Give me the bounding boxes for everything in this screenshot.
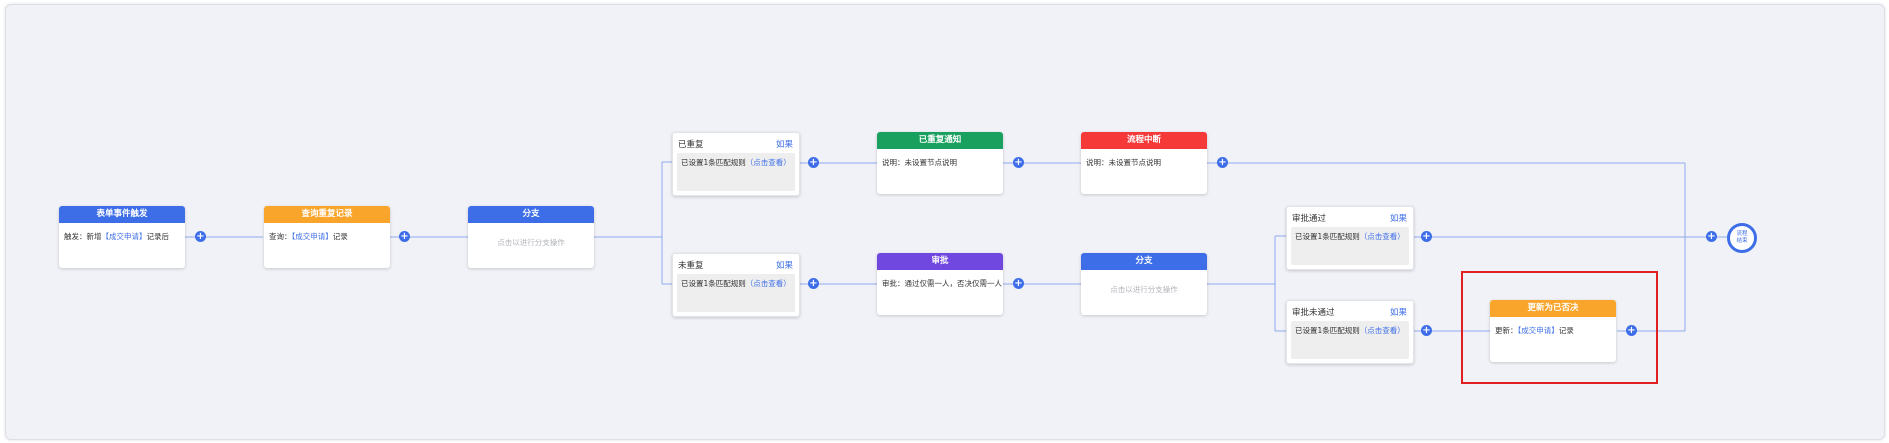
add-node-button[interactable]: +: [399, 231, 410, 242]
condition-if-link[interactable]: 如果: [776, 138, 793, 150]
branch-hint: 点击以进行分支操作: [1110, 285, 1178, 294]
add-node-button[interactable]: +: [1013, 157, 1024, 168]
condition-title: 审批未通过: [1292, 308, 1335, 318]
abort-node-title: 流程中断: [1081, 132, 1207, 149]
condition-if-link[interactable]: 如果: [776, 259, 793, 271]
approve-node[interactable]: 审批 审批：通过仅需一人，否决仅需一人: [877, 253, 1003, 315]
view-rule-link[interactable]: （点击查看）: [746, 279, 791, 288]
add-node-button[interactable]: +: [195, 231, 206, 242]
query-node-body: 查询：【成交申请】记录: [269, 232, 348, 241]
condition-body: 已设置1条匹配规则（点击查看）: [1291, 227, 1409, 265]
condition-title: 审批通过: [1292, 214, 1327, 224]
notify-node-title: 已重复通知: [877, 132, 1003, 149]
branch-node[interactable]: 分支 点击以进行分支操作: [1081, 253, 1207, 315]
add-node-button[interactable]: +: [808, 157, 819, 168]
approve-node-body: 审批：通过仅需一人，否决仅需一人: [882, 279, 1002, 288]
condition-not-duplicated[interactable]: 未重复 如果 已设置1条匹配规则（点击查看）: [672, 253, 800, 317]
view-rule-link[interactable]: （点击查看）: [746, 158, 791, 167]
add-node-button[interactable]: +: [808, 278, 819, 289]
condition-rejected[interactable]: 审批未通过 如果 已设置1条匹配规则（点击查看）: [1286, 300, 1414, 364]
condition-title: 已重复: [678, 140, 704, 150]
add-node-button[interactable]: +: [1626, 325, 1637, 336]
update-node-title: 更新为已否决: [1490, 300, 1616, 317]
view-rule-link[interactable]: （点击查看）: [1360, 326, 1405, 335]
view-rule-link[interactable]: （点击查看）: [1360, 232, 1405, 241]
condition-if-link[interactable]: 如果: [1390, 212, 1407, 224]
update-node-body: 更新：【成交申请】记录: [1495, 326, 1574, 335]
add-node-button[interactable]: +: [1421, 231, 1432, 242]
approve-node-title: 审批: [877, 253, 1003, 270]
form-link[interactable]: 【成交申请】: [1518, 326, 1559, 335]
trigger-node[interactable]: 表单事件触发 触发：新增【成交申请】记录后: [59, 206, 185, 268]
form-link[interactable]: 【成交申请】: [292, 232, 333, 241]
form-link[interactable]: 【成交申请】: [102, 232, 147, 241]
condition-body: 已设置1条匹配规则（点击查看）: [677, 153, 795, 191]
abort-node-body: 说明：未设置节点说明: [1086, 158, 1161, 167]
query-node-title: 查询重复记录: [264, 206, 390, 223]
condition-duplicated[interactable]: 已重复 如果 已设置1条匹配规则（点击查看）: [672, 132, 800, 196]
query-node[interactable]: 查询重复记录 查询：【成交申请】记录: [264, 206, 390, 268]
branch-hint: 点击以进行分支操作: [497, 238, 565, 247]
notify-node-body: 说明：未设置节点说明: [882, 158, 957, 167]
condition-body: 已设置1条匹配规则（点击查看）: [677, 274, 795, 312]
trigger-node-body: 触发：新增【成交申请】记录后: [64, 232, 169, 241]
update-node[interactable]: 更新为已否决 更新：【成交申请】记录: [1490, 300, 1616, 362]
end-node: 流程结束: [1727, 223, 1757, 253]
condition-body: 已设置1条匹配规则（点击查看）: [1291, 321, 1409, 359]
add-node-button[interactable]: +: [1217, 157, 1228, 168]
add-node-button[interactable]: +: [1421, 325, 1432, 336]
add-node-button[interactable]: +: [1013, 278, 1024, 289]
branch-node-title: 分支: [1081, 253, 1207, 270]
condition-approved[interactable]: 审批通过 如果 已设置1条匹配规则（点击查看）: [1286, 206, 1414, 270]
trigger-node-title: 表单事件触发: [59, 206, 185, 223]
branch-node-title: 分支: [468, 206, 594, 223]
end-node-label: 流程结束: [1736, 231, 1748, 244]
branch-node[interactable]: 分支 点击以进行分支操作: [468, 206, 594, 268]
condition-title: 未重复: [678, 261, 704, 271]
abort-node[interactable]: 流程中断 说明：未设置节点说明: [1081, 132, 1207, 194]
condition-if-link[interactable]: 如果: [1390, 306, 1407, 318]
notify-node[interactable]: 已重复通知 说明：未设置节点说明: [877, 132, 1003, 194]
add-node-button[interactable]: +: [1706, 231, 1717, 242]
